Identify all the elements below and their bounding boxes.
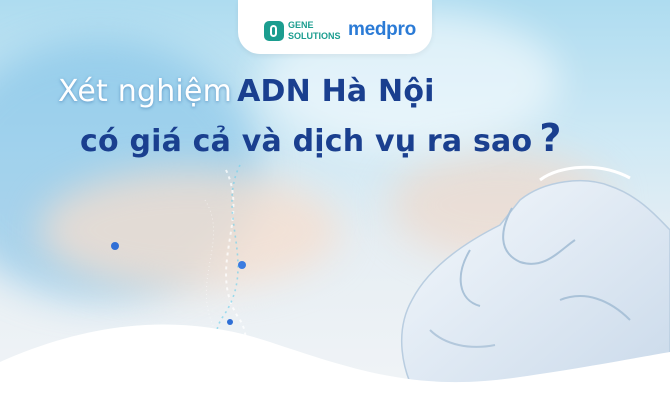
bottom-wave [0, 324, 670, 402]
medpro-logo: medpro [348, 19, 416, 40]
gene-line: GENE [288, 20, 314, 30]
banner: GENE SOLUTIONS medpro Xét nghiệm ADN Hà … [0, 0, 670, 402]
solutions-line: SOLUTIONS [288, 31, 341, 41]
gene-solutions-logo-icon [264, 21, 284, 41]
gene-solutions-logo-text: GENE SOLUTIONS [288, 20, 348, 42]
headline-strong-text: ADN Hà Nội [237, 74, 435, 109]
headline-question-text: có giá cả và dịch vụ ra sao [80, 124, 533, 159]
question-mark: ? [539, 116, 562, 160]
logo-tab: GENE SOLUTIONS medpro [238, 0, 432, 54]
headline-line-1: Xét nghiệm ADN Hà Nội [58, 74, 435, 109]
headline-light-text: Xét nghiệm [58, 74, 233, 109]
headline-line-2: có giá cả và dịch vụ ra sao ? [80, 116, 561, 160]
